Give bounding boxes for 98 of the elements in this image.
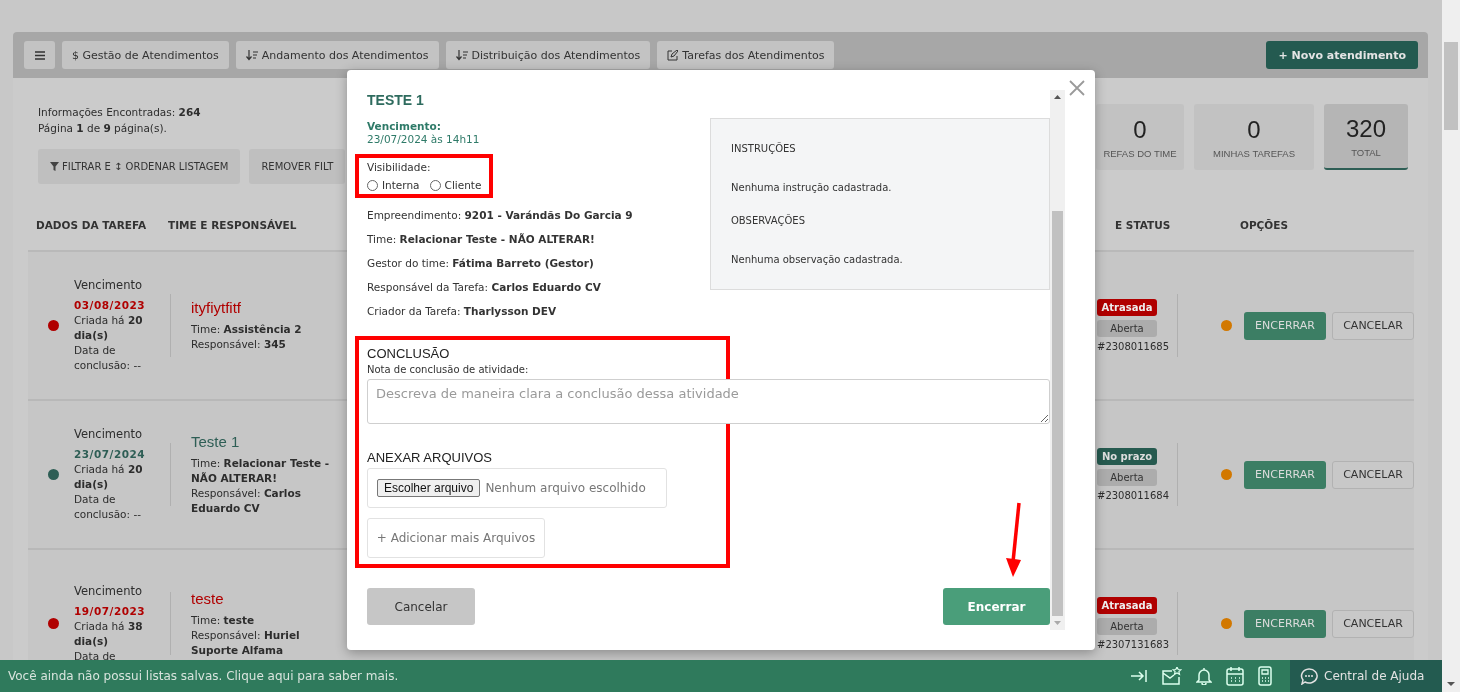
cancel-task-button[interactable]: CANCELAR: [1332, 609, 1414, 638]
file-input[interactable]: Escolher arquivo Nenhum arquivo escolhido: [367, 468, 667, 508]
filter-icon: [50, 162, 59, 171]
calculator-icon[interactable]: [1258, 666, 1272, 686]
status-badge: Atrasada: [1097, 299, 1157, 316]
file-status: Nenhum arquivo escolhido: [485, 481, 646, 495]
due-label: Vencimento: [74, 427, 143, 442]
stat-card[interactable]: 0 MINHAS TAREFAS: [1194, 104, 1314, 170]
detail-text: Responsável da Tarefa: Carlos Eduardo CV: [367, 281, 602, 294]
task-code: #2308011685: [1097, 341, 1169, 352]
remove-filter-button[interactable]: REMOVER FILT: [249, 149, 346, 184]
priority-dot: [1221, 320, 1232, 331]
status-badge: Atrasada: [1097, 597, 1157, 614]
close-task-button[interactable]: ENCERRAR: [1244, 460, 1326, 489]
team-text: Time: teste: [191, 612, 256, 628]
visibility-label: Visibilidade:: [367, 161, 431, 173]
nav-tab[interactable]: Distribuição dos Atendimentos: [445, 41, 651, 69]
help-center-button[interactable]: Central de Ajuda: [1290, 660, 1442, 692]
task-title[interactable]: Teste 1: [191, 433, 347, 450]
cancel-button[interactable]: Cancelar: [367, 588, 475, 625]
conclusion-note-field[interactable]: Descreva de maneira clara a conclusão dessa atividade: [367, 379, 1050, 424]
close-task-button[interactable]: ENCERRAR: [1244, 311, 1326, 340]
status-badge: Aberta: [1097, 469, 1157, 486]
scrollbar[interactable]: [1050, 90, 1065, 630]
conclusion-date: Data de: [74, 648, 117, 664]
team-text: Time: Relacionar Teste - NÃO ALTERAR!: [191, 456, 331, 486]
detail-text: Criador da Tarefa: Tharlysson DEV: [367, 305, 558, 318]
due-date: 19/07/2023: [74, 603, 147, 619]
due-label: Vencimento: [74, 278, 143, 293]
menu-icon[interactable]: [34, 50, 45, 60]
detail-text: Empreendimento: 9201 - Varándãs Do Garcia 9: [367, 209, 634, 222]
new-ticket-button[interactable]: + Novo atendimento: [1266, 41, 1418, 69]
due-label: Vencimento: [74, 583, 143, 599]
saved-lists-message[interactable]: Você ainda não possui listas salvas. Clique aqui para saber mais.: [0, 669, 1130, 683]
close-task-button[interactable]: ENCERRAR: [1244, 609, 1326, 638]
column-header: TIME E RESPONSÁVEL: [168, 218, 298, 231]
scroll-thumb[interactable]: [1052, 211, 1063, 616]
column-header: DADOS DA TAREFA: [36, 218, 148, 231]
sort-icon: [245, 49, 258, 61]
created-text: Criada há 20 dia(s): [74, 313, 144, 343]
due-label: Vencimento:: [367, 120, 442, 133]
filter-button[interactable]: FILTRAR E ↕ ORDENAR LISTAGEM: [38, 149, 241, 184]
sort-icon: [455, 49, 468, 61]
column-header: E STATUS: [1115, 218, 1172, 231]
calendar-icon[interactable]: [1226, 666, 1244, 686]
created-text: Criada há 20 dia(s): [74, 462, 144, 492]
priority-dot: [1221, 469, 1232, 480]
section-heading: CONCLUSÃO: [367, 346, 451, 361]
info-text: Nenhuma instrução cadastrada.: [731, 182, 893, 193]
task-title[interactable]: ityfiytfitf: [191, 299, 347, 316]
edit-icon: [667, 49, 679, 61]
nav-tab[interactable]: Andamento dos Atendimentos: [235, 41, 439, 69]
info-text: Nenhuma observação cadastrada.: [731, 254, 904, 265]
menu-button[interactable]: [24, 41, 55, 69]
due-date: 23/07/2024 às 14h11: [367, 133, 481, 146]
cancel-task-button[interactable]: CANCELAR: [1332, 460, 1414, 489]
results-count: Informações Encontradas: 264: [38, 105, 202, 120]
scrollbar[interactable]: [1442, 0, 1460, 692]
stat-card[interactable]: 0 REFAS DO TIME: [1096, 104, 1184, 170]
field-label: Nota de conclusão de atividade:: [367, 364, 530, 375]
task-title[interactable]: teste: [191, 589, 347, 607]
team-text: Time: Assistência 2: [191, 322, 303, 337]
due-date: 03/08/2023: [74, 298, 147, 313]
status-badge: No prazo: [1097, 448, 1157, 465]
bell-icon[interactable]: [1196, 667, 1212, 685]
radio-option[interactable]: Cliente: [429, 179, 482, 191]
section-heading: ANEXAR ARQUIVOS: [367, 450, 493, 465]
page-info: Página 1 de 9 página(s).: [38, 121, 168, 136]
cancel-task-button[interactable]: CANCELAR: [1332, 311, 1414, 340]
radio-option[interactable]: Interna: [367, 179, 420, 191]
created-text: Criada há 38 dia(s): [74, 618, 144, 649]
stat-card[interactable]: 320 TOTAL: [1324, 104, 1408, 170]
column-header: OPÇÕES: [1240, 218, 1289, 231]
responsible-text: Responsável: Carlos Eduardo CV: [191, 486, 302, 516]
conclusion-date: Data de conclusão: --: [74, 343, 142, 373]
due-date: 23/07/2024: [74, 447, 147, 462]
responsible-text: Responsável: Huriel Suporte Alfama: [191, 627, 301, 658]
priority-dot: [1221, 618, 1232, 629]
arrow-to-bar-icon[interactable]: [1130, 669, 1148, 683]
status-badge: Aberta: [1097, 320, 1157, 337]
responsible-text: Responsável: 345: [191, 337, 287, 352]
scroll-thumb[interactable]: [1444, 42, 1458, 130]
info-heading: OBSERVAÇÕES: [731, 215, 806, 226]
info-heading: INSTRUÇÕES: [731, 143, 797, 154]
choose-file-button[interactable]: Escolher arquivo: [377, 479, 481, 497]
detail-text: Gestor do time: Fátima Barreto (Gestor): [367, 257, 595, 270]
task-code: #2308011684: [1097, 490, 1169, 501]
nav-tab[interactable]: $ Gestão de Atendimentos: [62, 41, 229, 69]
envelope-star-icon[interactable]: [1162, 667, 1182, 685]
status-badge: Aberta: [1097, 618, 1157, 635]
modal-title: TESTE 1: [367, 92, 425, 108]
task-code: #2307131683: [1097, 639, 1169, 650]
add-files-button[interactable]: + Adicionar mais Arquivos: [367, 518, 545, 558]
chat-icon: [1300, 667, 1318, 685]
scroll-down-icon[interactable]: [1446, 680, 1456, 688]
conclusion-date: Data de conclusão: --: [74, 492, 142, 522]
detail-text: Time: Relacionar Teste - NÃO ALTERAR!: [367, 233, 596, 246]
nav-tab[interactable]: Tarefas dos Atendimentos: [657, 41, 835, 69]
